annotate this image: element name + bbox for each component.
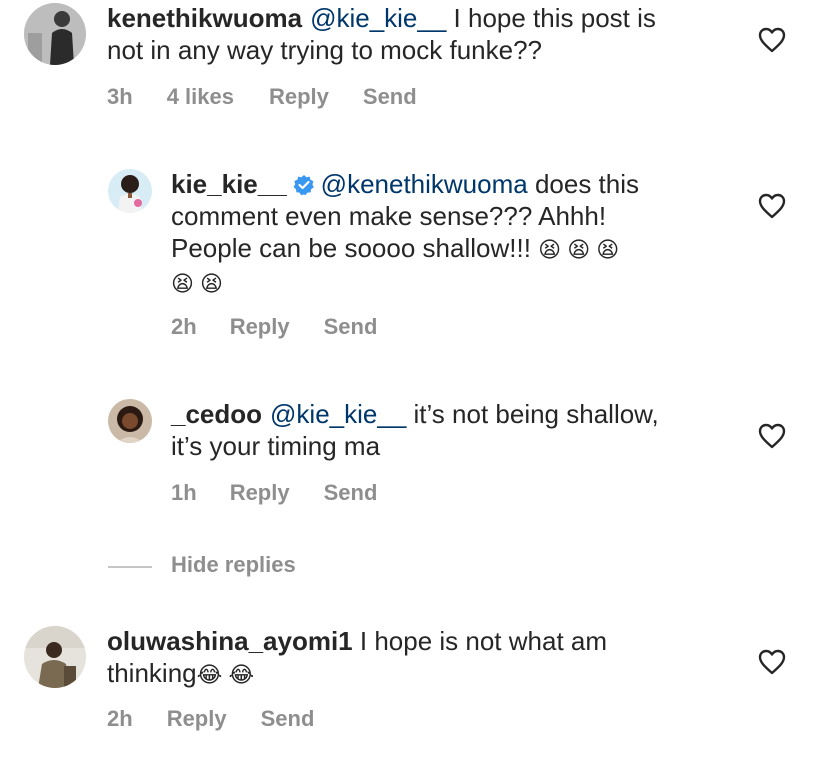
send-button[interactable]: Send	[324, 480, 378, 506]
comment-meta: 2h Reply Send	[107, 706, 314, 732]
comment-meta: 2h Reply Send	[171, 314, 377, 340]
comment-body: it’s not being shallow,	[406, 399, 659, 429]
reply-button[interactable]: Reply	[230, 480, 290, 506]
comment-body: I hope is not what am	[352, 626, 608, 656]
like-heart-icon[interactable]	[758, 193, 786, 219]
comment-time: 1h	[171, 480, 197, 505]
tired-face-emoji: 😫 😫	[171, 271, 223, 296]
hide-replies-divider	[108, 566, 152, 568]
avatar[interactable]	[108, 399, 152, 443]
comment-meta: 1h Reply Send	[171, 480, 377, 506]
send-button[interactable]: Send	[324, 314, 378, 340]
comment-body: it’s your timing ma	[171, 431, 381, 461]
comment-body: I hope this post is	[446, 3, 656, 33]
like-heart-icon[interactable]	[758, 423, 786, 449]
comment-text: _cedoo @kie_kie__ it’s not being shallow,…	[171, 398, 659, 462]
likes-count[interactable]: 4 likes	[167, 84, 234, 110]
avatar[interactable]	[108, 169, 152, 213]
avatar[interactable]	[24, 626, 86, 688]
comment-mention[interactable]: @kenethikwuoma	[321, 169, 528, 199]
comment-text: kie_kie__ @kenethikwuoma does this commen…	[171, 168, 639, 300]
comment-time: 2h	[107, 706, 133, 731]
avatar[interactable]	[24, 3, 86, 65]
comment-text: oluwashina_ayomi1 I hope is not what am …	[107, 625, 607, 691]
comment-mention[interactable]: @kie_kie__	[270, 399, 406, 429]
like-heart-icon[interactable]	[758, 649, 786, 675]
comment-text: kenethikwuoma @kie_kie__ I hope this post…	[107, 2, 656, 66]
comment-username[interactable]: _cedoo	[171, 399, 262, 429]
comment-time: 3h	[107, 84, 133, 109]
comment-body: not in any way trying to mock funke??	[107, 35, 543, 65]
comment-username[interactable]: kie_kie__	[171, 169, 287, 199]
comment-time: 2h	[171, 314, 197, 339]
comment-body: People can be soooo shallow!!!	[171, 233, 539, 263]
verified-badge-icon	[293, 171, 315, 196]
tears-of-joy-emoji: 😂 😂	[196, 662, 255, 687]
comment-body: does this	[527, 169, 640, 199]
reply-button[interactable]: Reply	[230, 314, 290, 340]
hide-replies-button[interactable]: Hide replies	[171, 552, 296, 578]
comment-meta: 3h 4 likes Reply Send	[107, 84, 417, 110]
comment-mention[interactable]: @kie_kie__	[310, 3, 446, 33]
reply-button[interactable]: Reply	[167, 706, 227, 732]
tired-face-emoji: 😫 😫 😫	[538, 237, 620, 262]
comment-username[interactable]: kenethikwuoma	[107, 3, 302, 33]
send-button[interactable]: Send	[363, 84, 417, 110]
comment-body: comment even make sense??? Ahhh!	[171, 201, 607, 231]
comment-username[interactable]: oluwashina_ayomi1	[107, 626, 353, 656]
comment-body: thinking	[107, 658, 197, 688]
like-heart-icon[interactable]	[758, 27, 786, 53]
reply-button[interactable]: Reply	[269, 84, 329, 110]
send-button[interactable]: Send	[261, 706, 315, 732]
